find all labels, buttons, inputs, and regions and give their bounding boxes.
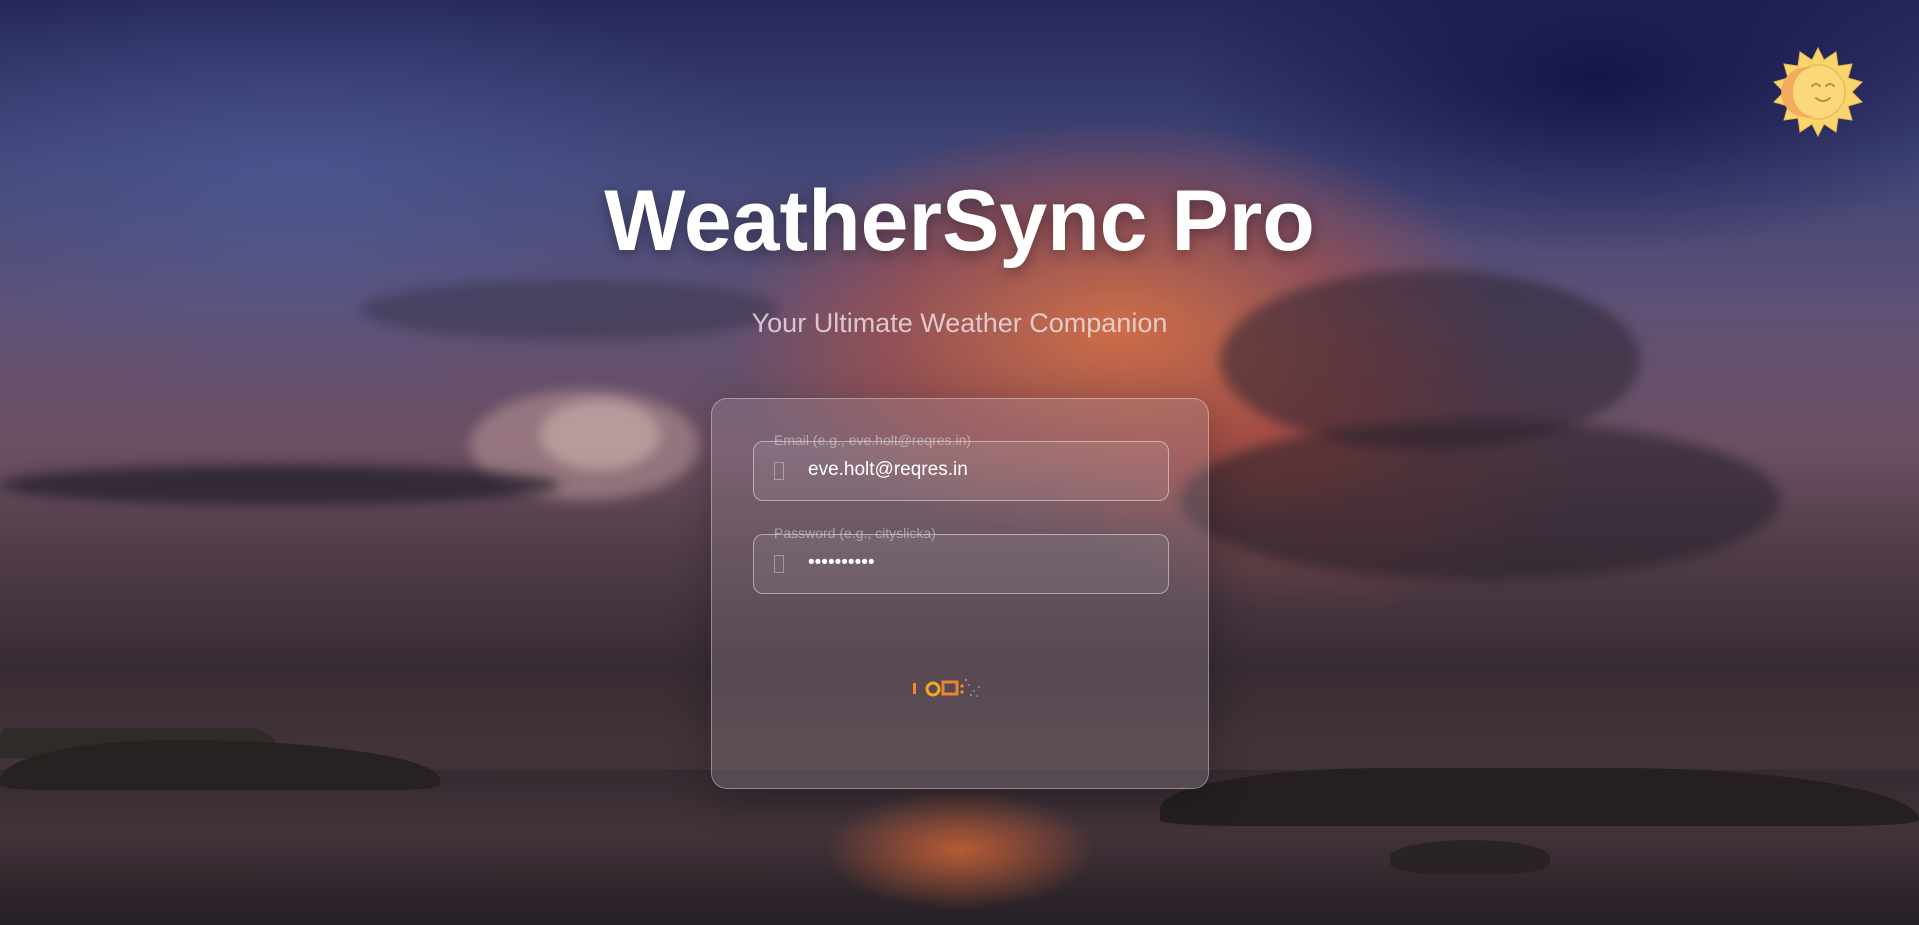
theme-toggle-button[interactable] [1772, 46, 1864, 138]
page-title: WeatherSync Pro [604, 173, 1315, 269]
email-input[interactable] [808, 442, 1156, 498]
login-screen: WeatherSync Pro Your Ultimate Weather Co… [0, 0, 1919, 925]
lock-icon [774, 555, 784, 573]
loading-spinner-icon [911, 675, 1001, 701]
page-subtitle: Your Ultimate Weather Companion [751, 308, 1168, 338]
email-icon [774, 462, 784, 480]
login-card: Email (e.g., eve.holt@reqres.in) Passwor… [711, 398, 1209, 789]
password-input[interactable] [808, 535, 1156, 591]
email-field-container: Email (e.g., eve.holt@reqres.in) [753, 432, 1169, 501]
password-field-container: Password (e.g., cityslicka) [753, 525, 1169, 594]
sun-icon [1773, 46, 1863, 138]
